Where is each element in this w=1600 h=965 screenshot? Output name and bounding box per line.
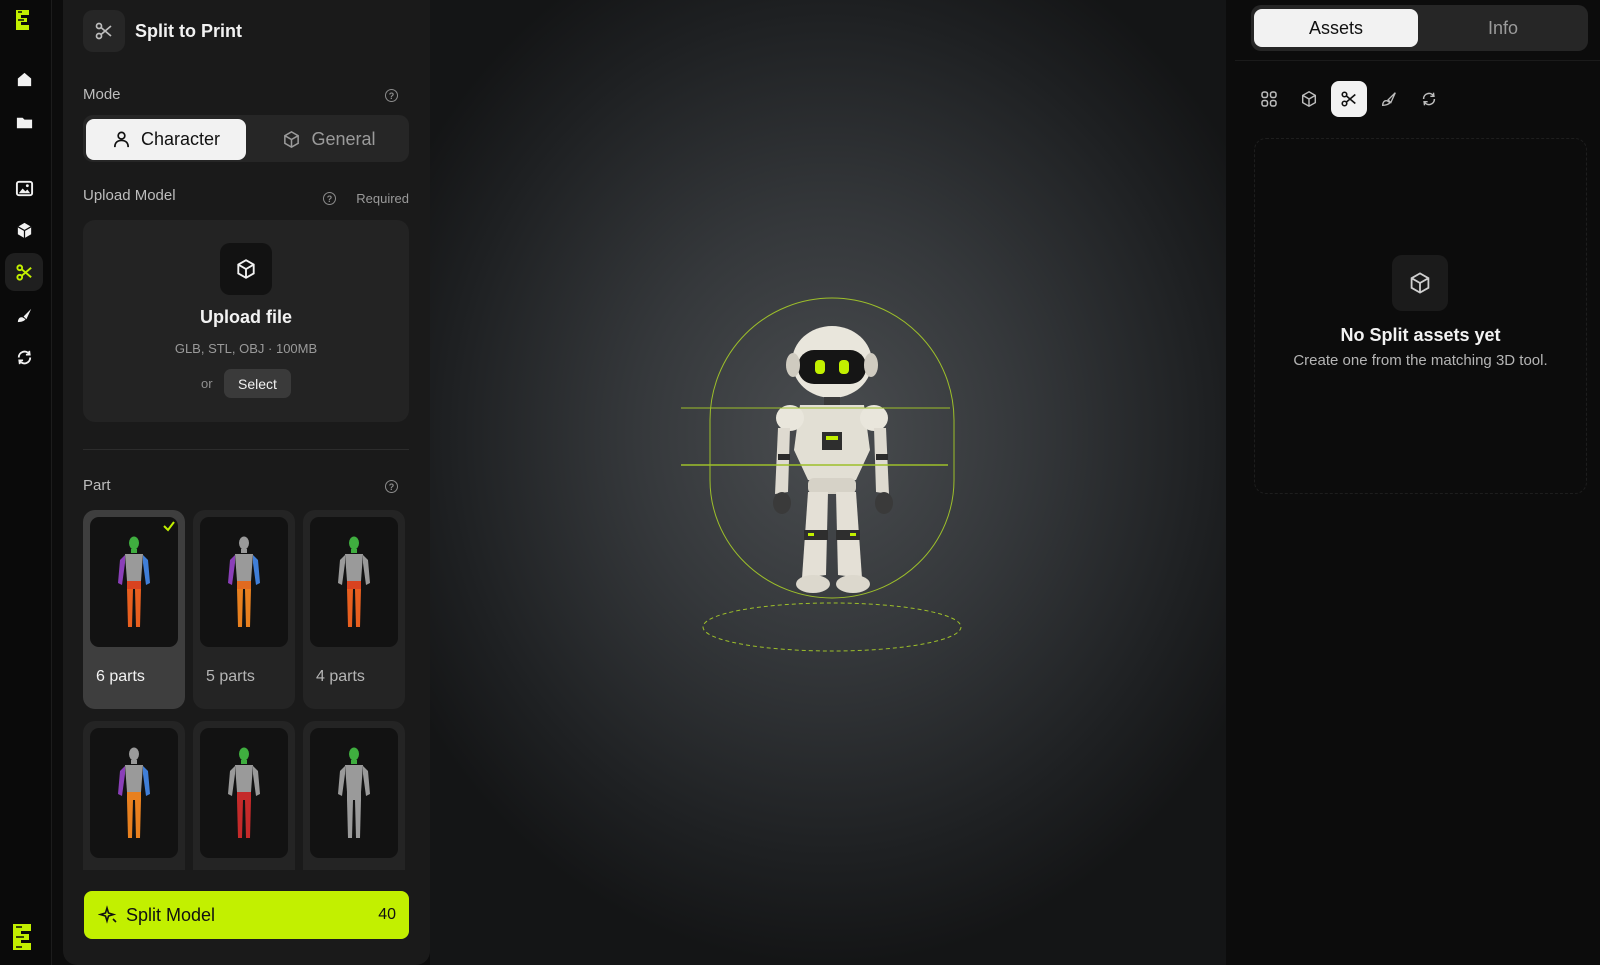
refresh-icon	[17, 350, 31, 364]
mode-label: Mode	[83, 86, 121, 103]
cube-icon	[1301, 90, 1317, 108]
panel-title: Split to Print	[135, 20, 242, 41]
figure-thumbnail-icon	[228, 536, 260, 627]
part-options-grid: 6 parts 5 parts 4 parts	[83, 510, 409, 870]
ground-ellipse	[702, 602, 962, 652]
assets-panel: Assets Info No Split assets yet Create o…	[1235, 0, 1600, 965]
filter-paint-button[interactable]	[1371, 81, 1407, 117]
home-icon	[17, 72, 31, 86]
part-option-label: 5 parts	[206, 668, 255, 685]
part-option-c[interactable]	[303, 721, 405, 870]
check-icon	[163, 521, 175, 532]
rail-refresh-button[interactable]	[5, 338, 43, 376]
scissors-icon	[95, 22, 112, 40]
tab-assets[interactable]: Assets	[1254, 9, 1418, 47]
mode-option-general-label: General	[311, 129, 376, 149]
part-thumbnail	[200, 517, 288, 647]
left-rail	[0, 0, 52, 965]
credit-cost: 40	[378, 906, 396, 923]
split-model-button[interactable]: Split Model 40	[84, 891, 409, 939]
filter-3d-button[interactable]	[1291, 81, 1327, 117]
part-label: Part	[83, 477, 111, 494]
robot-figure	[773, 326, 893, 593]
upload-or-text: or	[201, 376, 213, 391]
figure-thumbnail-icon	[338, 747, 370, 838]
cube-outline-icon	[1410, 272, 1430, 294]
cube-outline-icon	[237, 259, 255, 279]
split-icon	[15, 263, 32, 281]
brush-icon	[17, 308, 31, 322]
filter-all-button[interactable]	[1251, 81, 1287, 117]
assets-tabs: Assets Info	[1251, 5, 1588, 51]
part-thumbnail	[310, 728, 398, 858]
brush-icon	[1382, 92, 1396, 106]
cube-icon	[17, 222, 31, 238]
upload-dropzone[interactable]: Upload file GLB, STL, OBJ · 100MB or Sel…	[83, 220, 409, 422]
empty-subtitle: Create one from the matching 3D tool.	[1293, 352, 1548, 369]
upload-help-icon[interactable]: ?	[323, 192, 336, 205]
empty-icon-box	[1392, 255, 1448, 311]
part-thumbnail	[90, 728, 178, 858]
filter-split-button[interactable]	[1331, 81, 1367, 117]
part-thumbnail	[310, 517, 398, 647]
part-option-b[interactable]	[193, 721, 295, 870]
split-icon	[1341, 91, 1356, 107]
panel-divider	[1235, 60, 1600, 61]
mode-option-character[interactable]: Character	[86, 119, 246, 160]
mode-option-character-label: Character	[140, 129, 221, 149]
mode-toggle: Character General	[83, 115, 409, 162]
rail-home-button[interactable]	[5, 60, 43, 98]
rail-split-button[interactable]	[5, 253, 43, 291]
brand-mark-icon	[13, 924, 31, 950]
required-tag: Required	[356, 191, 409, 206]
part-help-icon[interactable]: ?	[385, 480, 398, 493]
empty-state: No Split assets yet Create one from the …	[1254, 138, 1587, 494]
panel-header: Split to Print	[83, 10, 242, 52]
mode-option-general[interactable]: General	[249, 119, 409, 160]
figure-thumbnail-icon	[118, 536, 150, 627]
asset-filters	[1251, 81, 1447, 117]
sparkle-icon	[98, 905, 117, 924]
split-model-label: Split Model	[126, 904, 216, 925]
rail-folder-button[interactable]	[5, 103, 43, 141]
part-option-label: 6 parts	[96, 668, 145, 685]
split-panel: Split to Print Mode ? Character General …	[63, 0, 430, 965]
grid-icon	[1261, 91, 1277, 107]
part-thumbnail	[90, 517, 178, 647]
figure-thumbnail-icon	[338, 536, 370, 627]
tab-info[interactable]: Info	[1421, 9, 1585, 47]
person-icon	[113, 131, 129, 148]
upload-title: Upload file	[199, 307, 292, 327]
section-divider	[83, 449, 409, 450]
rail-cube-button[interactable]	[5, 211, 43, 249]
cube-outline-icon	[284, 131, 300, 148]
image-icon	[15, 180, 33, 196]
rail-brush-button[interactable]	[5, 296, 43, 334]
select-file-button[interactable]: Select	[224, 369, 291, 398]
figure-thumbnail-icon	[118, 747, 150, 838]
part-option-4[interactable]: 4 parts	[303, 510, 405, 709]
refresh-icon	[1422, 92, 1436, 106]
part-option-a[interactable]	[83, 721, 185, 870]
part-thumbnail	[200, 728, 288, 858]
upload-formats: GLB, STL, OBJ · 100MB	[174, 341, 318, 356]
robot-model-preview[interactable]	[430, 0, 1226, 965]
folder-icon	[16, 117, 32, 128]
upload-icon-box	[220, 243, 272, 295]
3d-viewport[interactable]	[430, 0, 1226, 965]
mode-help-icon[interactable]: ?	[385, 89, 398, 102]
filter-refresh-button[interactable]	[1411, 81, 1447, 117]
empty-title: No Split assets yet	[1340, 325, 1501, 345]
rail-image-button[interactable]	[5, 169, 43, 207]
header-icon-box	[83, 10, 125, 52]
upload-model-label: Upload Model	[83, 187, 176, 204]
part-option-label: 4 parts	[316, 668, 365, 685]
app-logo-icon[interactable]	[12, 8, 34, 32]
part-option-6[interactable]: 6 parts	[83, 510, 185, 709]
part-option-5[interactable]: 5 parts	[193, 510, 295, 709]
figure-thumbnail-icon	[228, 747, 260, 838]
